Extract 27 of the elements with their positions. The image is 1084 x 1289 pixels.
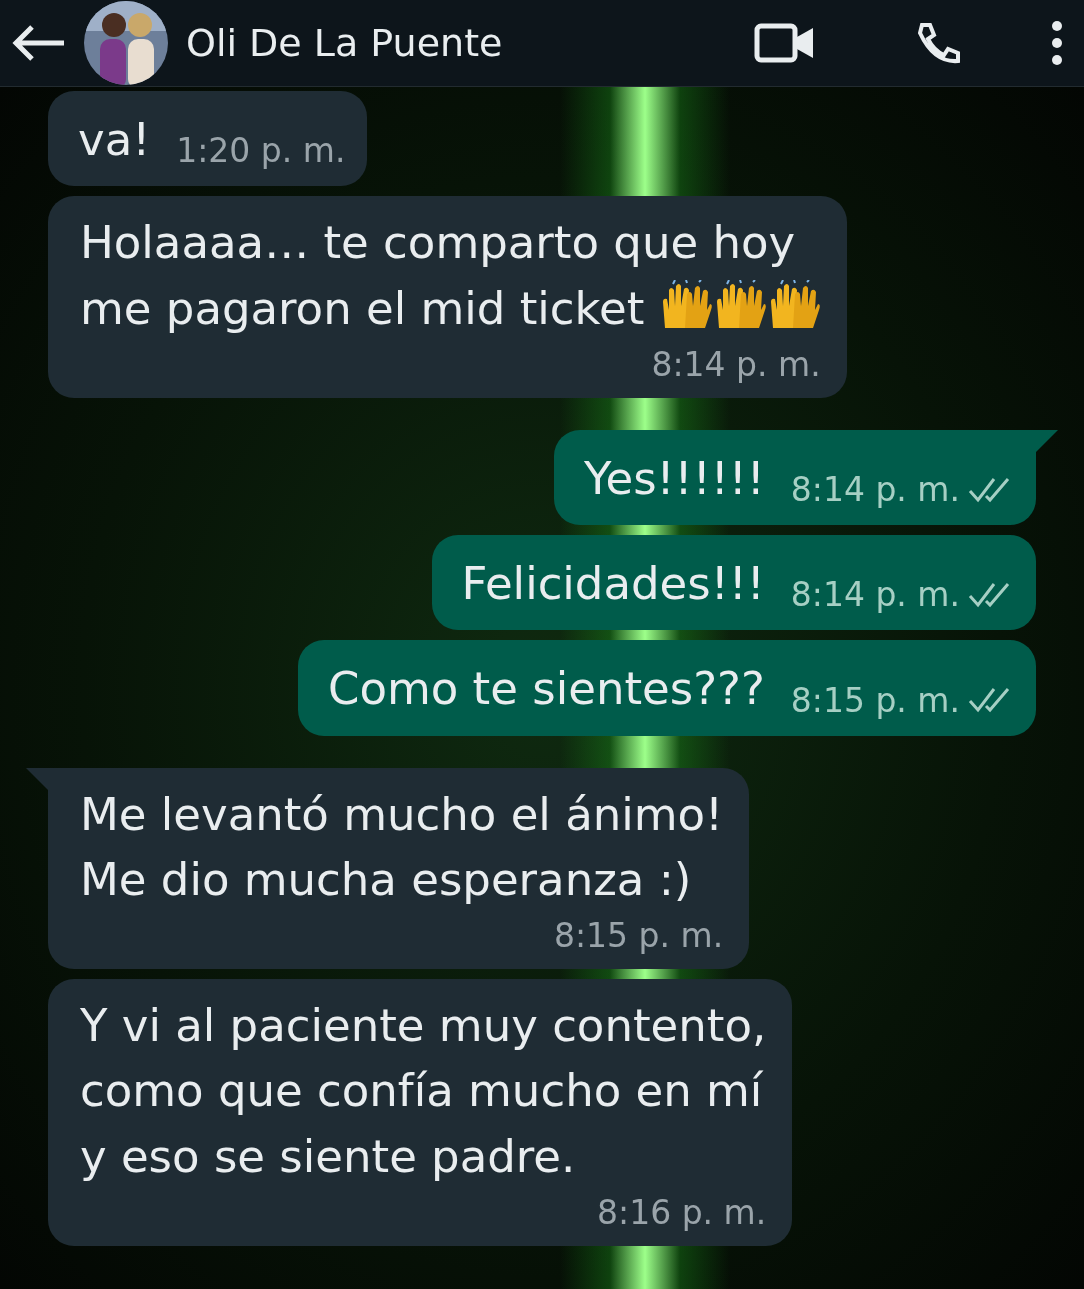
message-text: Me levantó mucho el ánimo! Me dio mucha esperanza :) <box>80 786 724 908</box>
video-call-icon[interactable] <box>754 23 816 63</box>
message-time: 8:14 p. m. <box>790 575 960 615</box>
message-text: Como te sientes??? <box>328 661 765 718</box>
message-time: 8:14 p. m. <box>651 344 821 384</box>
message-text: va! <box>78 112 151 168</box>
message-time: 1:20 p. m. <box>176 131 346 171</box>
received-message[interactable]: Me levantó mucho el ánimo! Me dio mucha esperanza :) 8:15 p. m. <box>48 767 750 969</box>
message-text: Y vi al paciente muy contento, como que confía mucho en mí y eso se siente padre. <box>80 998 767 1185</box>
message-time: 8:14 p. m. <box>790 470 960 509</box>
bubble-tail <box>1036 429 1058 452</box>
message-time: 8:16 p. m. <box>597 1192 767 1232</box>
message-time: 8:15 p. m. <box>790 680 960 720</box>
received-message[interactable]: Y vi al paciente muy contento, como que confía mucho en mí y eso se siente padre. 8:16 p. m. <box>48 979 793 1246</box>
received-message[interactable]: Holaaaa… te comparto que hoy me pagaron el mid ticket 8:14 p. m. <box>48 196 847 398</box>
sent-message[interactable]: Yes!!!!!! 8:14 p. m. <box>553 429 1036 525</box>
sent-message[interactable]: Felicidades!!! 8:14 p. m. <box>431 535 1036 631</box>
contact-name[interactable]: Oli De La Puente <box>186 21 736 65</box>
more-options-icon[interactable] <box>1050 20 1064 66</box>
received-message[interactable]: va! 1:20 p. m. <box>48 91 368 187</box>
message-text: Yes!!!!!! <box>583 450 765 507</box>
message-text: Holaaaa… te comparto que hoy me pagaron el mid ticket <box>80 210 821 341</box>
message-text: Felicidades!!! <box>461 556 765 612</box>
bubble-tail <box>26 767 48 790</box>
sent-message[interactable]: Como te sientes??? 8:15 p. m. <box>298 640 1036 736</box>
back-arrow-icon[interactable] <box>10 23 66 63</box>
message-time: 8:15 p. m. <box>554 916 724 955</box>
